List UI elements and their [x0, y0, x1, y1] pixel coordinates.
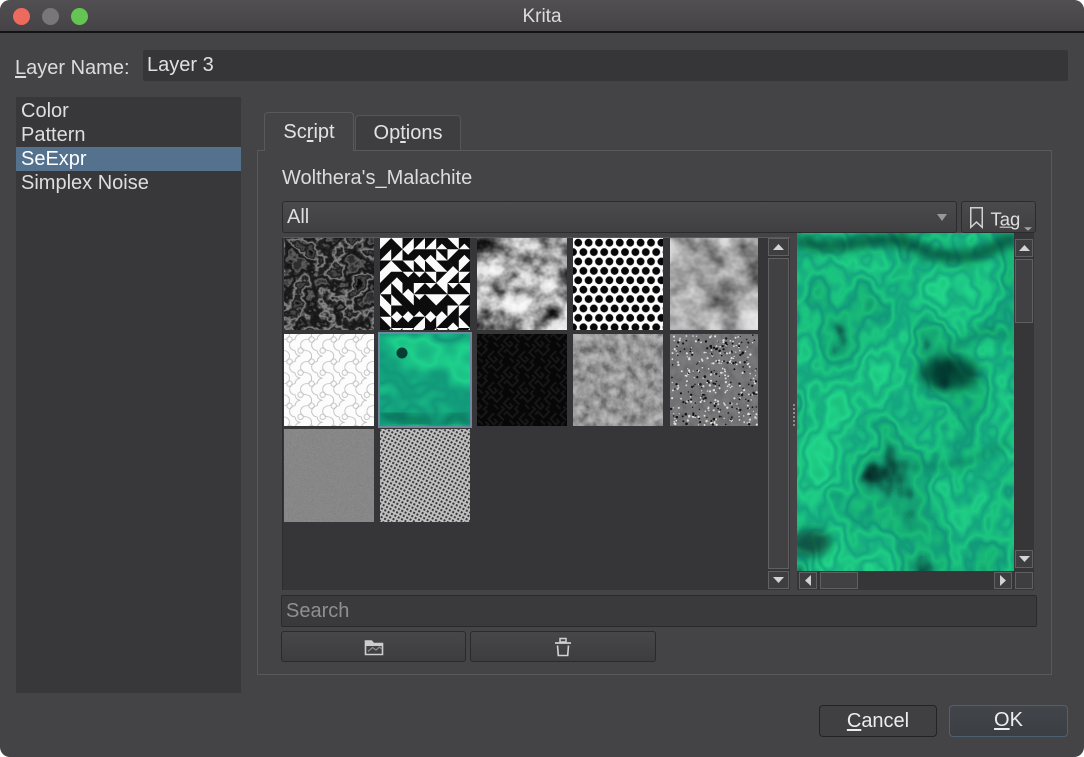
svg-text:Tag: Tag — [991, 209, 1021, 230]
